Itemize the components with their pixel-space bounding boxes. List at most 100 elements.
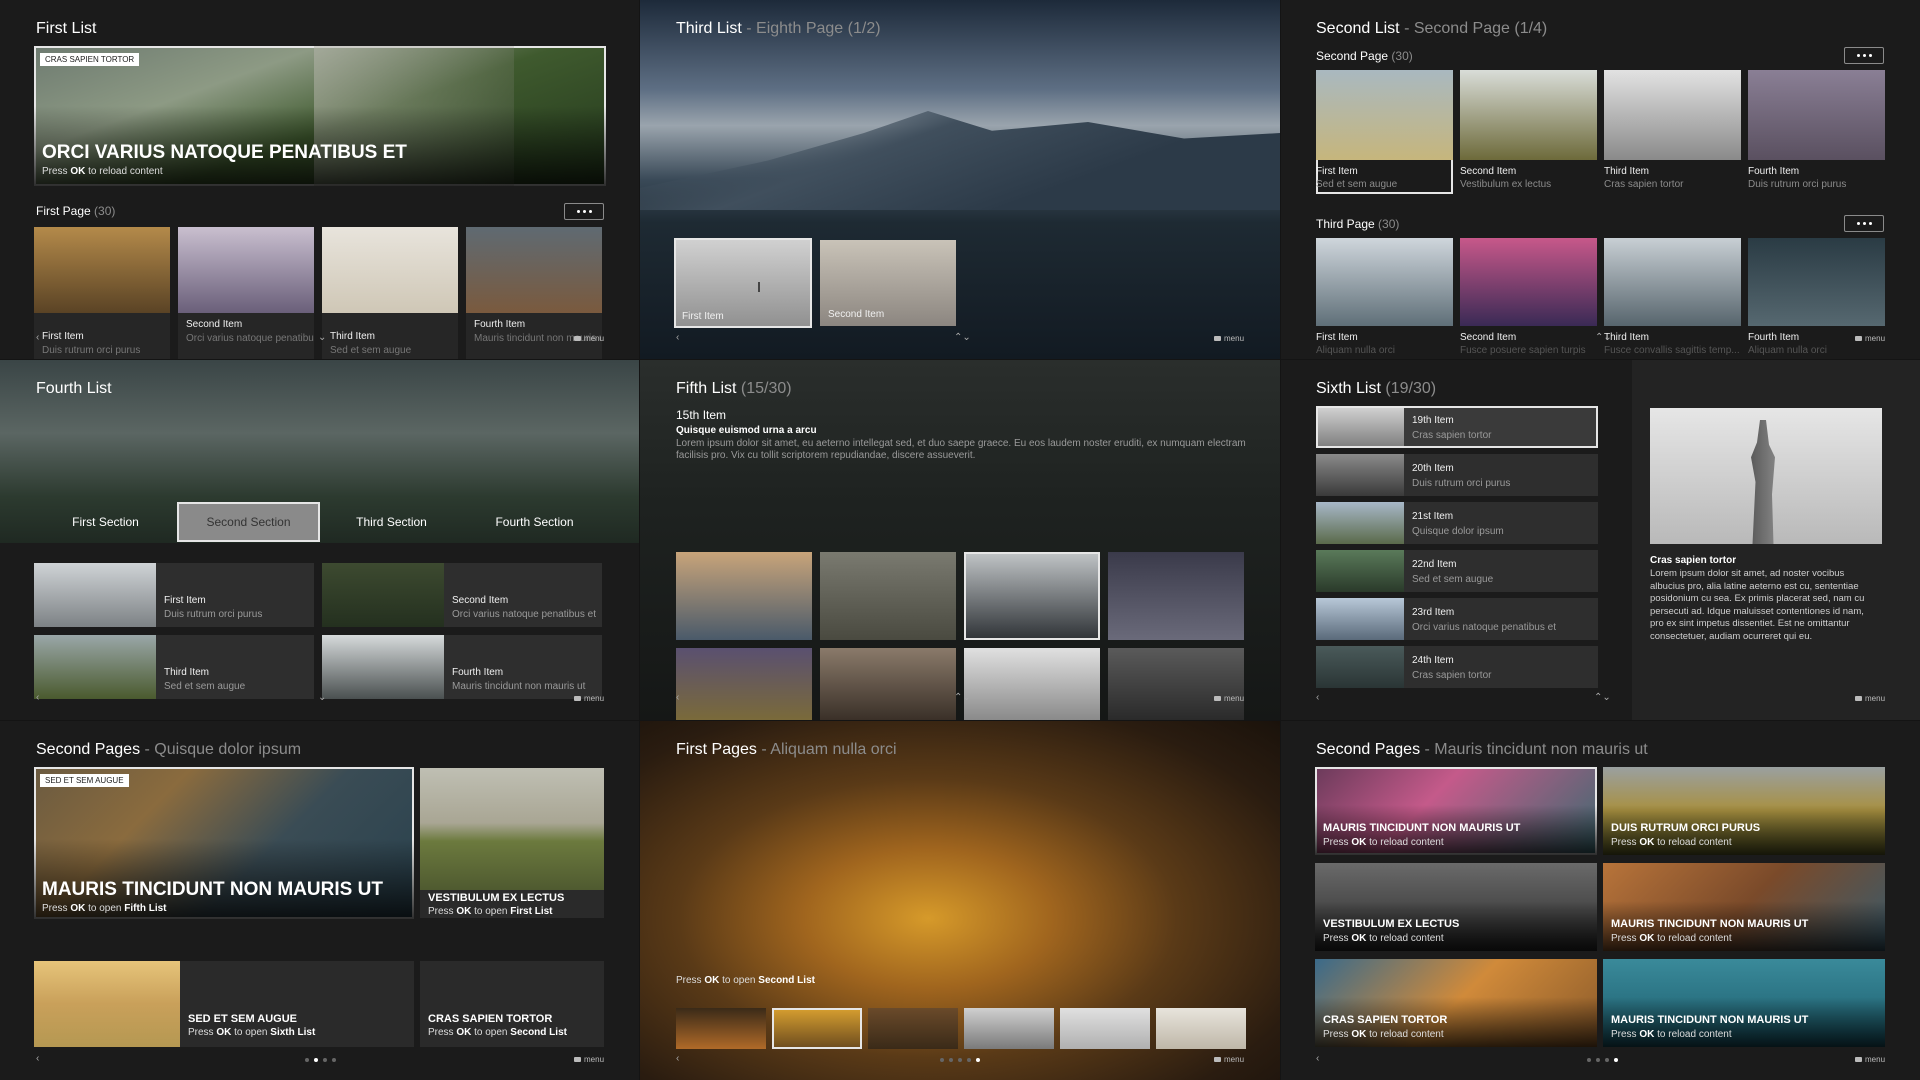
list-item[interactable]: 24th Item Cras sapien tortor [1316, 646, 1598, 688]
page-indicator [1587, 1058, 1618, 1062]
list-item[interactable]: First Item Duis rutrum orci purus [34, 563, 314, 627]
grid-tile[interactable] [1108, 552, 1244, 640]
item-image [1316, 238, 1453, 326]
page-tile[interactable]: CRAS SAPIEN TORTOR Press OK to reload con… [1315, 959, 1597, 1047]
item-tile[interactable]: First Item Aliquam nulla orci [1316, 238, 1453, 359]
panel-second-pages-left: Second Pages - Quisque dolor ipsum SED E… [0, 721, 639, 1080]
item-tile[interactable]: Second Item Fusce posuere sapien turpis [1460, 238, 1597, 359]
grid-tile[interactable] [964, 648, 1100, 720]
item-tile[interactable]: Second Item Vestibulum ex lectus [1460, 70, 1597, 194]
chevron-left-icon[interactable]: ‹ [1316, 1053, 1319, 1064]
chevron-left-icon[interactable]: ‹ [36, 332, 39, 343]
thumbnail[interactable] [1060, 1008, 1150, 1049]
thumbnail[interactable] [772, 1008, 862, 1049]
tab-second-section[interactable]: Second Section [177, 502, 320, 542]
thumbnail[interactable] [1156, 1008, 1246, 1049]
grid-tile[interactable] [964, 552, 1100, 640]
thumbnail[interactable] [868, 1008, 958, 1049]
item-label: 22nd Item [1412, 559, 1457, 570]
item-image [1748, 238, 1885, 326]
item-tile[interactable]: Second Item [820, 240, 956, 326]
menu-icon [1214, 1057, 1221, 1062]
chevron-up-down-icon[interactable]: ⌃⌄ [1595, 332, 1612, 343]
list-item[interactable]: Third Item Sed et sem augue [34, 635, 314, 699]
page-indicator [940, 1058, 980, 1062]
more-options-button[interactable] [1844, 47, 1884, 64]
grid-tile[interactable] [820, 552, 956, 640]
tile-title: CRAS SAPIEN TORTOR [1323, 1014, 1448, 1026]
panel-fifth-list: Fifth List (15/30) 15th Item Quisque eui… [640, 360, 1280, 720]
item-image [322, 563, 444, 627]
item-tile[interactable]: Third Item Sed et sem augue [322, 227, 458, 359]
grid-tile[interactable] [820, 648, 956, 720]
chevron-left-icon[interactable]: ‹ [36, 692, 39, 703]
page-tile[interactable]: MAURIS TINCIDUNT NON MAURIS UT Press OK t… [1315, 767, 1597, 855]
thumbnail[interactable] [676, 1008, 766, 1049]
page-tile[interactable]: SED ET SEM AUGUE MAURIS TINCIDUNT NON MA… [34, 767, 414, 919]
item-label: First Item [42, 331, 84, 342]
chevron-down-icon[interactable]: ⌄ [318, 332, 326, 343]
chevron-up-down-icon[interactable]: ⌃⌄ [954, 692, 971, 703]
tile-image [34, 961, 180, 1047]
item-tile[interactable]: First Item [674, 238, 812, 328]
item-image [1316, 502, 1404, 544]
tile-hint: Press OK to reload content [1323, 1029, 1444, 1040]
thumbnail[interactable] [964, 1008, 1054, 1049]
page-tile[interactable]: SED ET SEM AUGUE Press OK to open Sixth … [34, 961, 414, 1047]
page-tile[interactable]: MAURIS TINCIDUNT NON MAURIS UT Press OK t… [1603, 863, 1885, 951]
item-tile[interactable]: Fourth Item Duis rutrum orci purus [1748, 70, 1885, 194]
list-item[interactable]: Second Item Orci varius natoque penatibus… [322, 563, 602, 627]
more-options-button[interactable] [564, 203, 604, 220]
menu-icon [1855, 696, 1862, 701]
chevron-up-down-icon[interactable]: ⌃⌄ [954, 332, 971, 343]
tile-hint: Press OK to open First List [428, 906, 553, 917]
item-tile[interactable]: Third Item Fusce convallis sagittis temp.… [1604, 238, 1741, 359]
item-label: Third Item [330, 331, 376, 342]
item-image [1318, 408, 1404, 446]
list-item[interactable]: 20th Item Duis rutrum orci purus [1316, 454, 1598, 496]
page-tile[interactable]: VESTIBULUM EX LECTUS Press OK to reload c… [1315, 863, 1597, 951]
chevron-left-icon[interactable]: ‹ [1316, 692, 1319, 703]
more-options-button[interactable] [1844, 215, 1884, 232]
item-subtitle: Sed et sem augue [1316, 179, 1398, 190]
item-tile[interactable]: Second Item Orci varius natoque penatibus… [178, 227, 314, 359]
item-tile[interactable]: Third Item Cras sapien tortor [1604, 70, 1741, 194]
grid-tile[interactable] [676, 648, 812, 720]
item-tile[interactable]: First Item Sed et sem augue [1316, 70, 1453, 194]
list-item[interactable]: 19th Item Cras sapien tortor [1316, 406, 1598, 448]
item-subtitle: Fusce posuere sapien turpis [1460, 345, 1586, 356]
tile-hint: Press OK to open Second List [428, 1027, 567, 1038]
panel-second-pages-right: Second Pages - Mauris tincidunt non maur… [1281, 721, 1920, 1080]
panel-first-list: First List CRAS SAPIEN TORTOR ORCI VARIU… [0, 0, 639, 359]
chevron-left-icon[interactable]: ‹ [676, 692, 679, 703]
item-label: 19th Item [1412, 415, 1454, 426]
list-item[interactable]: 21st Item Quisque dolor ipsum [1316, 502, 1598, 544]
chevron-left-icon[interactable]: ‹ [36, 1053, 39, 1064]
item-label: First Item [1316, 332, 1358, 343]
panel-title: First List [36, 20, 97, 37]
tab-fourth-section[interactable]: Fourth Section [463, 502, 606, 542]
item-label: Fourth Item [452, 667, 504, 678]
tab-third-section[interactable]: Third Section [320, 502, 463, 542]
panel-title: Sixth List (19/30) [1316, 380, 1437, 397]
page-tile[interactable]: VESTIBULUM EX LECTUS Press OK to open Fi… [420, 768, 604, 918]
panel-third-list: Third List - Eighth Page (1/2) First Ite… [640, 0, 1280, 359]
item-image [466, 227, 602, 313]
page-tile[interactable]: MAURIS TINCIDUNT NON MAURIS UT Press OK t… [1603, 959, 1885, 1047]
tab-first-section[interactable]: First Section [34, 502, 177, 542]
hero-tile[interactable]: CRAS SAPIEN TORTOR ORCI VARIUS NATOQUE P… [34, 46, 606, 186]
page-tile[interactable]: DUIS RUTRUM ORCI PURUS Press OK to reload… [1603, 767, 1885, 855]
item-tile[interactable]: First Item Duis rutrum orci purus [34, 227, 170, 359]
grid-tile[interactable] [676, 552, 812, 640]
item-subtitle: Sed et sem augue [164, 681, 246, 692]
chevron-left-icon[interactable]: ‹ [676, 332, 679, 343]
list-item[interactable]: Fourth Item Mauris tincidunt non mauris u… [322, 635, 602, 699]
page-tile[interactable]: CRAS SAPIEN TORTOR Press OK to open Seco… [420, 961, 604, 1047]
chevron-left-icon[interactable]: ‹ [676, 1053, 679, 1064]
list-item[interactable]: 22nd Item Sed et sem augue [1316, 550, 1598, 592]
chevron-down-icon[interactable]: ⌄ [318, 692, 326, 703]
chevron-up-down-icon[interactable]: ⌃⌄ [1594, 692, 1611, 703]
item-image [1748, 70, 1885, 160]
list-item[interactable]: 23rd Item Orci varius natoque penatibus e… [1316, 598, 1598, 640]
grid-tile[interactable] [1108, 648, 1244, 720]
